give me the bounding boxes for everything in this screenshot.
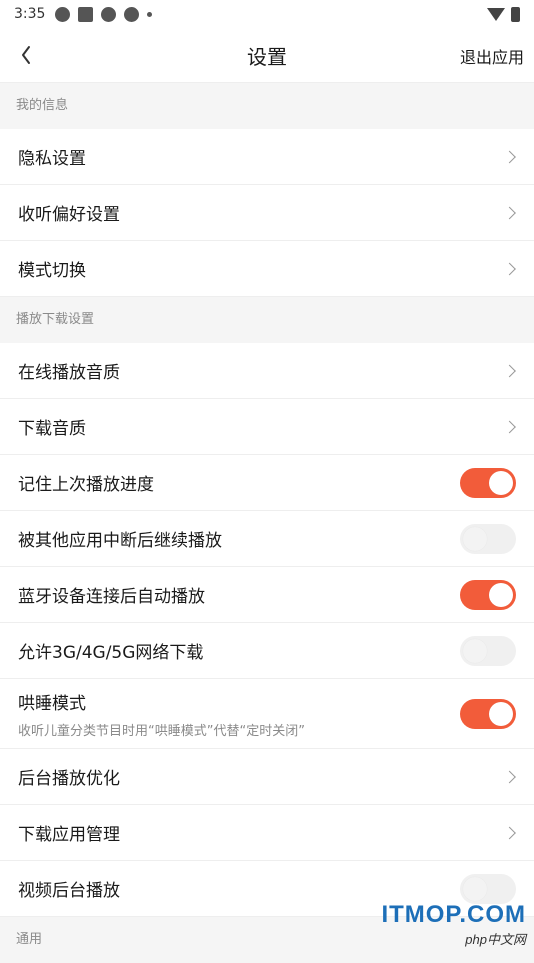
status-time: 3:35	[14, 6, 46, 22]
toggle-knob	[489, 582, 513, 607]
wifi-icon	[487, 7, 505, 21]
settings-item-label: 允许3G/4G/5G网络下载	[18, 643, 204, 663]
watermark-main: ITMOP.COM	[381, 901, 526, 928]
settings-item-label: 哄睡模式	[18, 693, 86, 714]
settings-item-download-app-mgmt[interactable]: 下载应用管理	[0, 805, 534, 861]
chevron-left-icon[interactable]	[16, 40, 46, 70]
settings-item-label: 蓝牙设备连接后自动播放	[18, 587, 205, 607]
settings-item-label: 被其他应用中断后继续播放	[18, 531, 222, 551]
resume-after-interrupt-toggle[interactable]	[460, 523, 516, 554]
settings-item-lullaby-mode: 哄睡模式 收听儿童分类节目时用“哄睡模式”代替“定时关闭”	[0, 679, 534, 749]
chevron-right-icon	[503, 262, 516, 275]
settings-item-description: 收听儿童分类节目时用“哄睡模式”代替“定时关闭”	[18, 723, 305, 739]
settings-item-bluetooth-autoplay: 蓝牙设备连接后自动播放	[0, 567, 534, 623]
settings-item-listening-pref[interactable]: 收听偏好设置	[0, 185, 534, 241]
battery-icon	[511, 6, 520, 22]
remember-progress-toggle[interactable]	[460, 467, 516, 498]
settings-item-label: 后台播放优化	[18, 769, 120, 789]
settings-item-label: 隐私设置	[18, 149, 86, 169]
settings-item-allow-mobile-download: 允许3G/4G/5G网络下载	[0, 623, 534, 679]
chevron-right-icon	[503, 420, 516, 433]
section-header-playback: 播放下载设置	[0, 297, 534, 343]
bluetooth-autoplay-toggle[interactable]	[460, 579, 516, 610]
page-title: 设置	[247, 44, 287, 69]
settings-item-mode-switch[interactable]: 模式切换	[0, 241, 534, 297]
status-bar: 3:35	[0, 0, 534, 28]
settings-item-label: 收听偏好设置	[18, 205, 120, 225]
dot-icon	[147, 11, 153, 17]
toggle-knob	[489, 701, 513, 726]
settings-item-resume-after-interrupt: 被其他应用中断后继续播放	[0, 511, 534, 567]
settings-item-label: 下载应用管理	[18, 825, 120, 845]
chevron-right-icon	[503, 150, 516, 163]
settings-item-download-quality[interactable]: 下载音质	[0, 399, 534, 455]
toggle-knob	[489, 470, 513, 495]
top-bar: 设置 退出应用	[0, 28, 534, 83]
toggle-knob	[463, 526, 487, 551]
lullaby-mode-toggle[interactable]	[460, 698, 516, 729]
sync-icon	[101, 6, 117, 22]
square-icon	[78, 6, 94, 22]
section-header-my-info: 我的信息	[0, 83, 534, 129]
settings-item-label: 下载音质	[18, 419, 86, 439]
chevron-right-icon	[503, 364, 516, 377]
sync-icon	[124, 6, 140, 22]
settings-item-online-quality[interactable]: 在线播放音质	[0, 343, 534, 399]
toggle-knob	[463, 638, 487, 663]
settings-item-label: 在线播放音质	[18, 363, 120, 383]
video-background-toggle[interactable]	[460, 873, 516, 904]
chevron-right-icon	[503, 826, 516, 839]
sync-icon	[55, 6, 71, 22]
toggle-knob	[463, 876, 487, 901]
settings-item-remember-progress: 记住上次播放进度	[0, 455, 534, 511]
chevron-right-icon	[503, 770, 516, 783]
settings-item-label: 模式切换	[18, 261, 86, 281]
watermark: ITMOP.COM php中文网	[381, 901, 526, 948]
watermark-sub: php中文网	[465, 932, 526, 947]
settings-item-label: 视频后台播放	[18, 881, 120, 901]
allow-mobile-download-toggle[interactable]	[460, 635, 516, 666]
settings-item-background-optimize[interactable]: 后台播放优化	[0, 749, 534, 805]
settings-item-label: 记住上次播放进度	[18, 475, 154, 495]
chevron-right-icon	[503, 206, 516, 219]
settings-item-privacy[interactable]: 隐私设置	[0, 129, 534, 185]
exit-app-button[interactable]: 退出应用	[460, 44, 524, 68]
